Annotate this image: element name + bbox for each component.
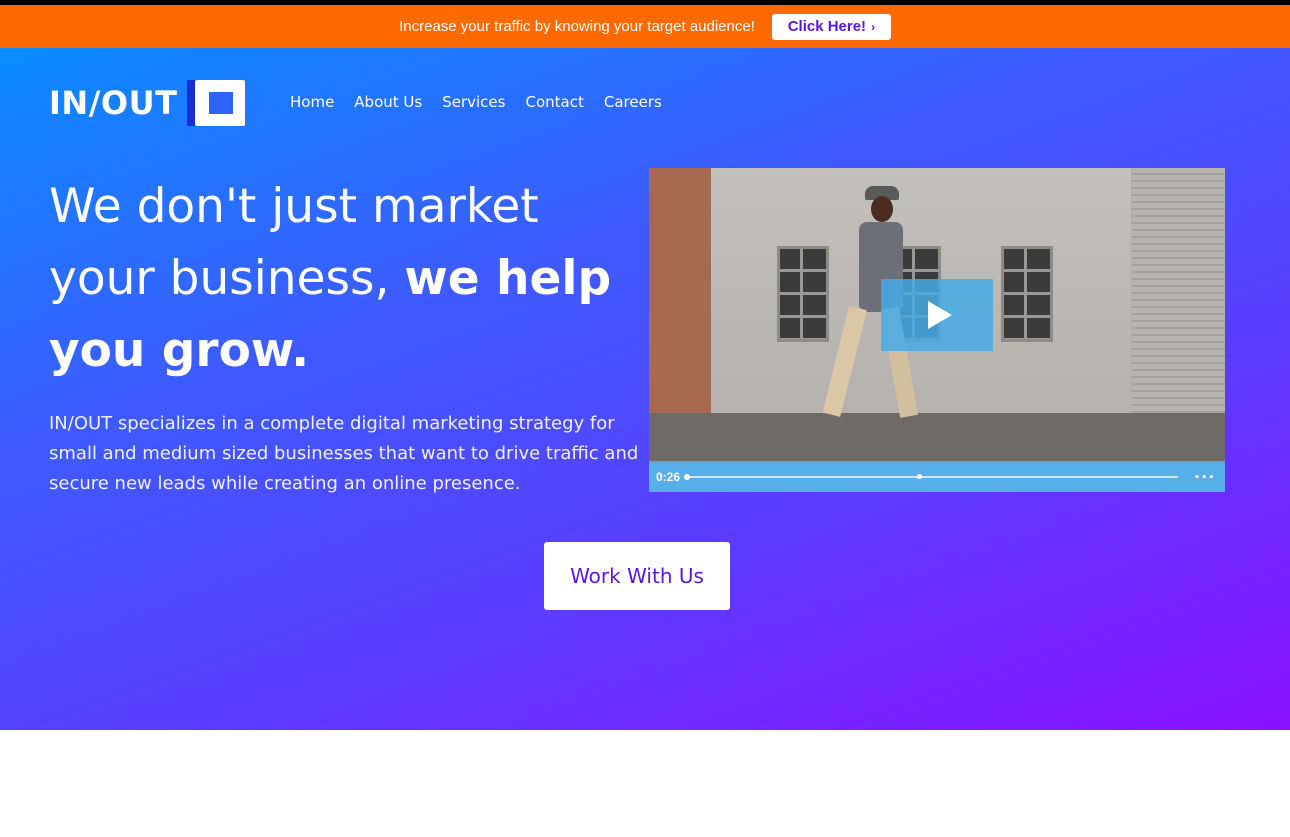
- site-logo[interactable]: IN/OUT: [49, 80, 246, 126]
- promo-text: Increase your traffic by knowing your ta…: [399, 18, 755, 35]
- promo-bar: Increase your traffic by knowing your ta…: [0, 5, 1290, 48]
- video-progress-handle[interactable]: [684, 473, 691, 480]
- logo-mark-icon: [187, 80, 246, 126]
- video-controls: 0:26 ···: [649, 461, 1225, 492]
- work-with-us-button[interactable]: Work With Us: [544, 542, 730, 610]
- video-timecode: 0:26: [656, 469, 681, 484]
- video-scene-window: [777, 246, 829, 342]
- video-player[interactable]: 0:26 ···: [649, 168, 1225, 492]
- video-scene-shutter: [1131, 168, 1225, 413]
- video-play-button[interactable]: [881, 279, 993, 351]
- hero-headline: We don't just market your business, we h…: [49, 171, 629, 387]
- chevron-right-icon: ›: [871, 19, 876, 34]
- nav-item-services[interactable]: Services: [442, 92, 505, 112]
- play-icon: [928, 301, 952, 329]
- more-options-icon[interactable]: ···: [1194, 468, 1215, 484]
- promo-click-here-button[interactable]: Click Here! ›: [771, 13, 891, 40]
- nav-item-contact[interactable]: Contact: [525, 92, 583, 112]
- nav-item-home[interactable]: Home: [290, 92, 334, 112]
- video-scene-brick: [649, 168, 711, 413]
- logo-text: IN/OUT: [49, 84, 178, 122]
- hero-section: IN/OUT Home About Us Services Contact Ca…: [0, 48, 1290, 730]
- main-nav: Home About Us Services Contact Careers: [290, 92, 682, 112]
- video-progress-bar[interactable]: [684, 473, 1179, 480]
- nav-item-careers[interactable]: Careers: [604, 92, 662, 112]
- promo-button-label: Click Here!: [787, 18, 867, 35]
- video-progress-marker: [917, 474, 923, 479]
- hero-description: IN/OUT specializes in a complete digital…: [49, 413, 639, 494]
- nav-item-about-us[interactable]: About Us: [354, 92, 422, 112]
- video-scene-window: [1001, 246, 1053, 342]
